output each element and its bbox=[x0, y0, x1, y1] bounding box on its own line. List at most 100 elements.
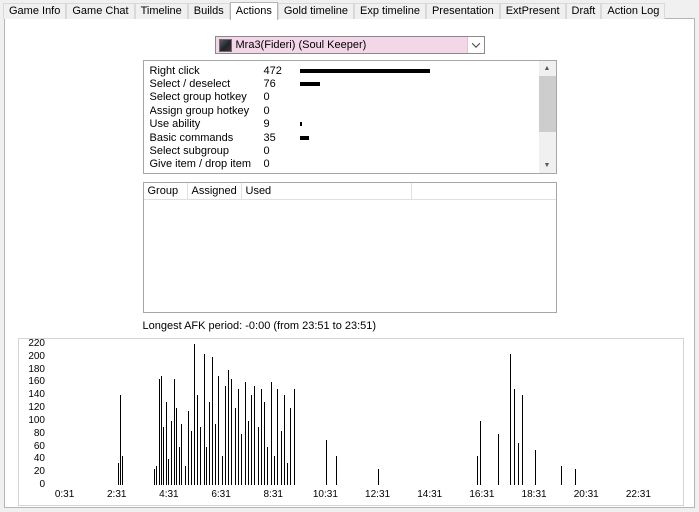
apm-bar bbox=[267, 446, 269, 485]
action-stat-row[interactable]: Select group hotkey 0 bbox=[144, 91, 539, 104]
tab-extpresent[interactable]: ExtPresent bbox=[499, 3, 566, 19]
tab-timeline[interactable]: Timeline bbox=[134, 3, 188, 19]
action-stat-label: Basic commands bbox=[149, 131, 234, 144]
apm-bar bbox=[264, 401, 266, 485]
y-axis-tick-label: 80 bbox=[33, 427, 45, 439]
apm-bar bbox=[260, 388, 262, 485]
apm-bar bbox=[480, 420, 482, 485]
tab-builds[interactable]: Builds bbox=[187, 3, 230, 19]
apm-bar bbox=[244, 382, 246, 485]
apm-bar bbox=[153, 468, 155, 485]
tab-draft[interactable]: Draft bbox=[565, 3, 602, 19]
action-stat-count: 35 bbox=[263, 131, 276, 144]
apm-bar bbox=[287, 462, 289, 485]
tab-exp-timeline[interactable]: Exp timeline bbox=[354, 3, 426, 19]
apm-bar bbox=[163, 427, 165, 485]
replay-analyzer-window: Game Info Game Chat Timeline Builds Actions G… bbox=[0, 0, 699, 512]
apm-bar bbox=[335, 456, 337, 485]
x-axis-tick-label: 2:31 bbox=[106, 489, 127, 500]
apm-bar bbox=[203, 353, 205, 485]
column-header-assigned[interactable]: Assigned bbox=[188, 183, 242, 199]
apm-bar bbox=[510, 353, 512, 485]
action-stat-row[interactable]: Assign group hotkey 0 bbox=[144, 104, 539, 117]
groups-table-row: Group Assigned Used bbox=[5, 182, 694, 313]
actions-list-row: Right click 472 Select / deselect 76 Select … bbox=[5, 60, 694, 174]
apm-bar bbox=[241, 433, 243, 485]
actions-tab-panel: Mra3(Fideri) (Soul Keeper) Right click 47… bbox=[4, 18, 695, 508]
chart-x-axis: 0:31 2:31 4:31 6:31 8:31 10:31 12:31 14:31 16:31… bbox=[51, 489, 677, 503]
y-axis-tick-label: 100 bbox=[28, 414, 45, 426]
apm-bar bbox=[326, 440, 328, 485]
scroll-down-button[interactable]: ▼ bbox=[538, 158, 556, 173]
apm-bar bbox=[277, 388, 279, 485]
player-select-value: Mra3(Fideri) (Soul Keeper) bbox=[235, 39, 367, 51]
groups-table-header: Group Assigned Used bbox=[143, 183, 556, 200]
y-axis-tick-label: 220 bbox=[28, 338, 45, 349]
tab-action-log[interactable]: Action Log bbox=[601, 3, 666, 19]
x-axis-tick-label: 10:31 bbox=[312, 489, 338, 500]
y-axis-tick-label: 0 bbox=[39, 479, 45, 490]
apm-bar bbox=[184, 465, 186, 485]
apm-bar bbox=[178, 446, 180, 485]
apm-bar bbox=[187, 411, 189, 485]
y-axis-tick-label: 180 bbox=[28, 363, 45, 375]
actions-list-scrollbar[interactable]: ▲ ▼ bbox=[538, 61, 556, 173]
action-stat-count: 0 bbox=[263, 158, 270, 171]
action-stat-count: 9 bbox=[263, 118, 270, 131]
tab-gold-timeline[interactable]: Gold timeline bbox=[277, 3, 355, 19]
chart-plot-area bbox=[51, 344, 677, 485]
apm-bar bbox=[477, 456, 479, 485]
tab-game-chat[interactable]: Game Chat bbox=[66, 3, 135, 19]
action-stat-bar bbox=[299, 122, 302, 127]
apm-bar bbox=[534, 449, 536, 485]
action-stat-row[interactable]: Basic commands 35 bbox=[144, 131, 539, 144]
y-axis-tick-label: 200 bbox=[28, 350, 45, 362]
tab-game-info[interactable]: Game Info bbox=[3, 3, 67, 19]
apm-bar bbox=[293, 388, 295, 485]
x-axis-tick-label: 16:31 bbox=[469, 489, 495, 500]
action-stat-label: Select subgroup bbox=[149, 145, 230, 158]
apm-chart: 0 20 40 60 80 100 120 140 160 180 200 220 0:31 2:31 4… bbox=[18, 338, 684, 506]
apm-bar bbox=[224, 385, 226, 485]
apm-bar bbox=[575, 468, 577, 485]
y-axis-tick-label: 160 bbox=[28, 376, 45, 388]
y-axis-tick-label: 60 bbox=[33, 440, 45, 452]
scrollbar-thumb[interactable] bbox=[538, 76, 556, 132]
tab-presentation[interactable]: Presentation bbox=[425, 3, 500, 19]
action-stat-label: Use ability bbox=[149, 118, 201, 131]
player-select-dropdown[interactable]: Mra3(Fideri) (Soul Keeper) bbox=[214, 36, 485, 54]
player-select-row: Mra3(Fideri) (Soul Keeper) bbox=[5, 19, 694, 54]
apm-bar bbox=[560, 465, 562, 485]
apm-bar bbox=[283, 395, 285, 485]
tab-actions[interactable]: Actions bbox=[229, 2, 278, 20]
action-stat-row[interactable]: Give item / drop item 0 bbox=[144, 158, 539, 171]
x-axis-tick-label: 0:31 bbox=[54, 489, 75, 500]
action-stat-bar bbox=[299, 68, 430, 73]
x-axis-tick-label: 12:31 bbox=[365, 489, 391, 500]
apm-bar bbox=[513, 388, 515, 485]
chevron-down-icon bbox=[471, 39, 480, 48]
apm-bar bbox=[197, 395, 199, 485]
apm-bar bbox=[218, 376, 220, 485]
afk-period-text: Longest AFK period: -0:00 (from 23:51 to… bbox=[142, 320, 377, 332]
apm-bar bbox=[168, 459, 170, 485]
dropdown-arrow-button[interactable] bbox=[466, 37, 484, 53]
column-header-group[interactable]: Group bbox=[144, 183, 188, 199]
action-stat-row[interactable]: Select / deselect 76 bbox=[144, 77, 539, 90]
action-stat-row[interactable]: Use ability 9 bbox=[144, 118, 539, 131]
apm-bar bbox=[254, 385, 256, 485]
action-stat-bar bbox=[299, 135, 310, 140]
apm-bar bbox=[378, 468, 380, 485]
apm-bar bbox=[215, 424, 217, 485]
action-stat-bar bbox=[299, 82, 321, 87]
x-axis-tick-label: 20:31 bbox=[573, 489, 599, 500]
column-header-used[interactable]: Used bbox=[242, 183, 412, 199]
apm-bar bbox=[181, 424, 183, 485]
apm-bar bbox=[208, 401, 210, 485]
action-stat-row[interactable]: Right click 472 bbox=[144, 64, 539, 77]
action-stat-row[interactable]: Select subgroup 0 bbox=[144, 144, 539, 157]
x-axis-tick-label: 14:31 bbox=[417, 489, 443, 500]
afk-row: Longest AFK period: -0:00 (from 23:51 to… bbox=[143, 320, 557, 333]
apm-bar bbox=[498, 433, 500, 485]
scroll-up-button[interactable]: ▲ bbox=[538, 61, 556, 76]
